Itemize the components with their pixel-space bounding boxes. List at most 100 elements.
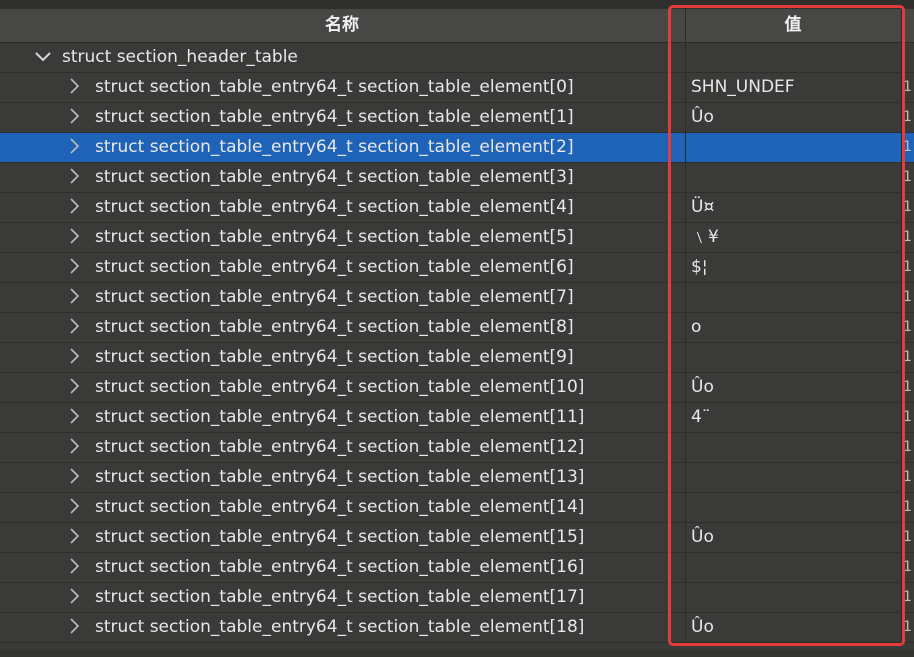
chevron-right-icon[interactable] [65, 193, 85, 222]
column-header-value[interactable]: 值 [686, 9, 900, 42]
tree-row[interactable]: struct section_table_entry64_t section_t… [0, 163, 914, 193]
row-value [686, 493, 900, 522]
tree-row[interactable]: struct section_table_entry64_t section_t… [0, 133, 914, 163]
chevron-right-icon[interactable] [65, 523, 85, 552]
chevron-right-icon[interactable] [65, 373, 85, 402]
column-divider[interactable] [901, 9, 902, 42]
column-divider [901, 163, 902, 192]
row-name: struct section_table_entry64_t section_t… [95, 377, 585, 397]
row-extra-column: 1 [903, 199, 912, 215]
row-extra-column: 1 [903, 289, 912, 305]
row-name: struct section_table_entry64_t section_t… [95, 557, 585, 577]
tree-row[interactable]: struct section_table_entry64_t section_t… [0, 613, 914, 643]
tree-row[interactable]: struct section_table_entry64_t section_t… [0, 193, 914, 223]
row-name: struct section_table_entry64_t section_t… [95, 197, 574, 217]
tree-row[interactable]: struct section_table_entry64_t section_t… [0, 433, 914, 463]
chevron-right-icon[interactable] [65, 253, 85, 282]
row-name: struct section_table_entry64_t section_t… [95, 107, 574, 127]
column-divider [901, 43, 902, 72]
row-extra-column: 1 [903, 439, 912, 455]
chevron-right-icon[interactable] [65, 133, 85, 162]
column-header-name[interactable]: 名称 [0, 9, 684, 42]
row-value: Ûo [691, 107, 714, 127]
tree-row[interactable]: struct section_table_entry64_t section_t… [0, 223, 914, 253]
chevron-right-icon[interactable] [65, 613, 85, 642]
column-divider [901, 283, 902, 312]
tree-row[interactable]: struct section_table_entry64_t section_t… [0, 523, 914, 553]
row-value [686, 343, 900, 372]
chevron-right-icon[interactable] [65, 463, 85, 492]
row-extra-column [903, 43, 914, 72]
column-divider [901, 373, 902, 402]
row-extra-column: 1 [903, 409, 912, 425]
row-value: $¦ [691, 257, 708, 277]
chevron-right-icon[interactable] [65, 163, 85, 192]
tree-row[interactable]: struct section_table_entry64_t section_t… [0, 313, 914, 343]
chevron-right-icon[interactable] [65, 403, 85, 432]
column-divider [901, 133, 902, 162]
row-value [686, 463, 900, 492]
row-name: struct section_table_entry64_t section_t… [95, 527, 585, 547]
row-value: o [691, 317, 702, 337]
tree-row[interactable]: struct section_table_entry64_t section_t… [0, 463, 914, 493]
tree-row[interactable]: struct section_table_entry64_t section_t… [0, 373, 914, 403]
tree-row[interactable]: struct section_table_entry64_t section_t… [0, 253, 914, 283]
row-extra-column: 1 [903, 259, 912, 275]
row-extra-column: 1 [903, 319, 912, 335]
tree-root-row[interactable]: struct section_header_table [0, 43, 914, 73]
row-name: struct section_table_entry64_t section_t… [95, 77, 574, 97]
column-divider [901, 253, 902, 282]
chevron-down-icon[interactable] [33, 43, 53, 72]
tree-row[interactable]: struct section_table_entry64_t section_t… [0, 553, 914, 583]
row-extra-column: 1 [903, 169, 912, 185]
chevron-right-icon[interactable] [65, 223, 85, 252]
chevron-right-icon[interactable] [65, 313, 85, 342]
row-value: Ûo [691, 527, 714, 547]
row-name: struct section_table_entry64_t section_t… [95, 347, 574, 367]
row-name: struct section_table_entry64_t section_t… [95, 497, 585, 517]
row-extra-column: 1 [903, 529, 912, 545]
row-value [686, 43, 900, 72]
tree-row[interactable]: struct section_table_entry64_t section_t… [0, 403, 914, 433]
chevron-right-icon[interactable] [65, 493, 85, 522]
row-extra-column: 1 [903, 469, 912, 485]
row-name: struct section_table_entry64_t section_t… [95, 407, 585, 427]
row-extra-column: 1 [903, 559, 912, 575]
chevron-right-icon[interactable] [65, 343, 85, 372]
column-divider [901, 193, 902, 222]
row-extra-column: 1 [903, 589, 912, 605]
chevron-right-icon[interactable] [65, 103, 85, 132]
tree-row[interactable]: struct section_table_entry64_t section_t… [0, 493, 914, 523]
row-value [686, 583, 900, 612]
row-name: struct section_table_entry64_t section_t… [95, 227, 574, 247]
row-extra-column: 1 [903, 499, 912, 515]
chevron-right-icon[interactable] [65, 73, 85, 102]
row-value [686, 283, 900, 312]
row-value: SHN_UNDEF [691, 77, 795, 97]
chevron-right-icon[interactable] [65, 433, 85, 462]
column-divider [901, 553, 902, 582]
row-name: struct section_table_entry64_t section_t… [95, 287, 574, 307]
row-value [686, 553, 900, 582]
row-name: struct section_table_entry64_t section_t… [95, 257, 574, 277]
row-extra-column: 1 [903, 619, 912, 635]
chevron-right-icon[interactable] [65, 553, 85, 582]
row-name: struct section_table_entry64_t section_t… [95, 167, 574, 187]
tree-row[interactable]: struct section_table_entry64_t section_t… [0, 103, 914, 133]
row-name: struct section_table_entry64_t section_t… [95, 617, 585, 637]
tree-row[interactable]: struct section_table_entry64_t section_t… [0, 283, 914, 313]
tree-row[interactable]: struct section_table_entry64_t section_t… [0, 343, 914, 373]
chevron-right-icon[interactable] [65, 283, 85, 312]
tree-row[interactable]: struct section_table_entry64_t section_t… [0, 583, 914, 613]
horizontal-scrollbar[interactable] [0, 650, 914, 657]
chevron-right-icon[interactable] [65, 583, 85, 612]
column-divider [901, 613, 902, 642]
tree-row[interactable]: struct section_table_entry64_t section_t… [0, 73, 914, 103]
row-value [686, 133, 900, 162]
row-value: 4¨ [691, 407, 711, 427]
row-value: Ûo [691, 617, 714, 637]
row-name: struct section_table_entry64_t section_t… [95, 587, 585, 607]
row-extra-column: 1 [903, 109, 912, 125]
column-divider [901, 73, 902, 102]
row-name: struct section_table_entry64_t section_t… [95, 317, 574, 337]
